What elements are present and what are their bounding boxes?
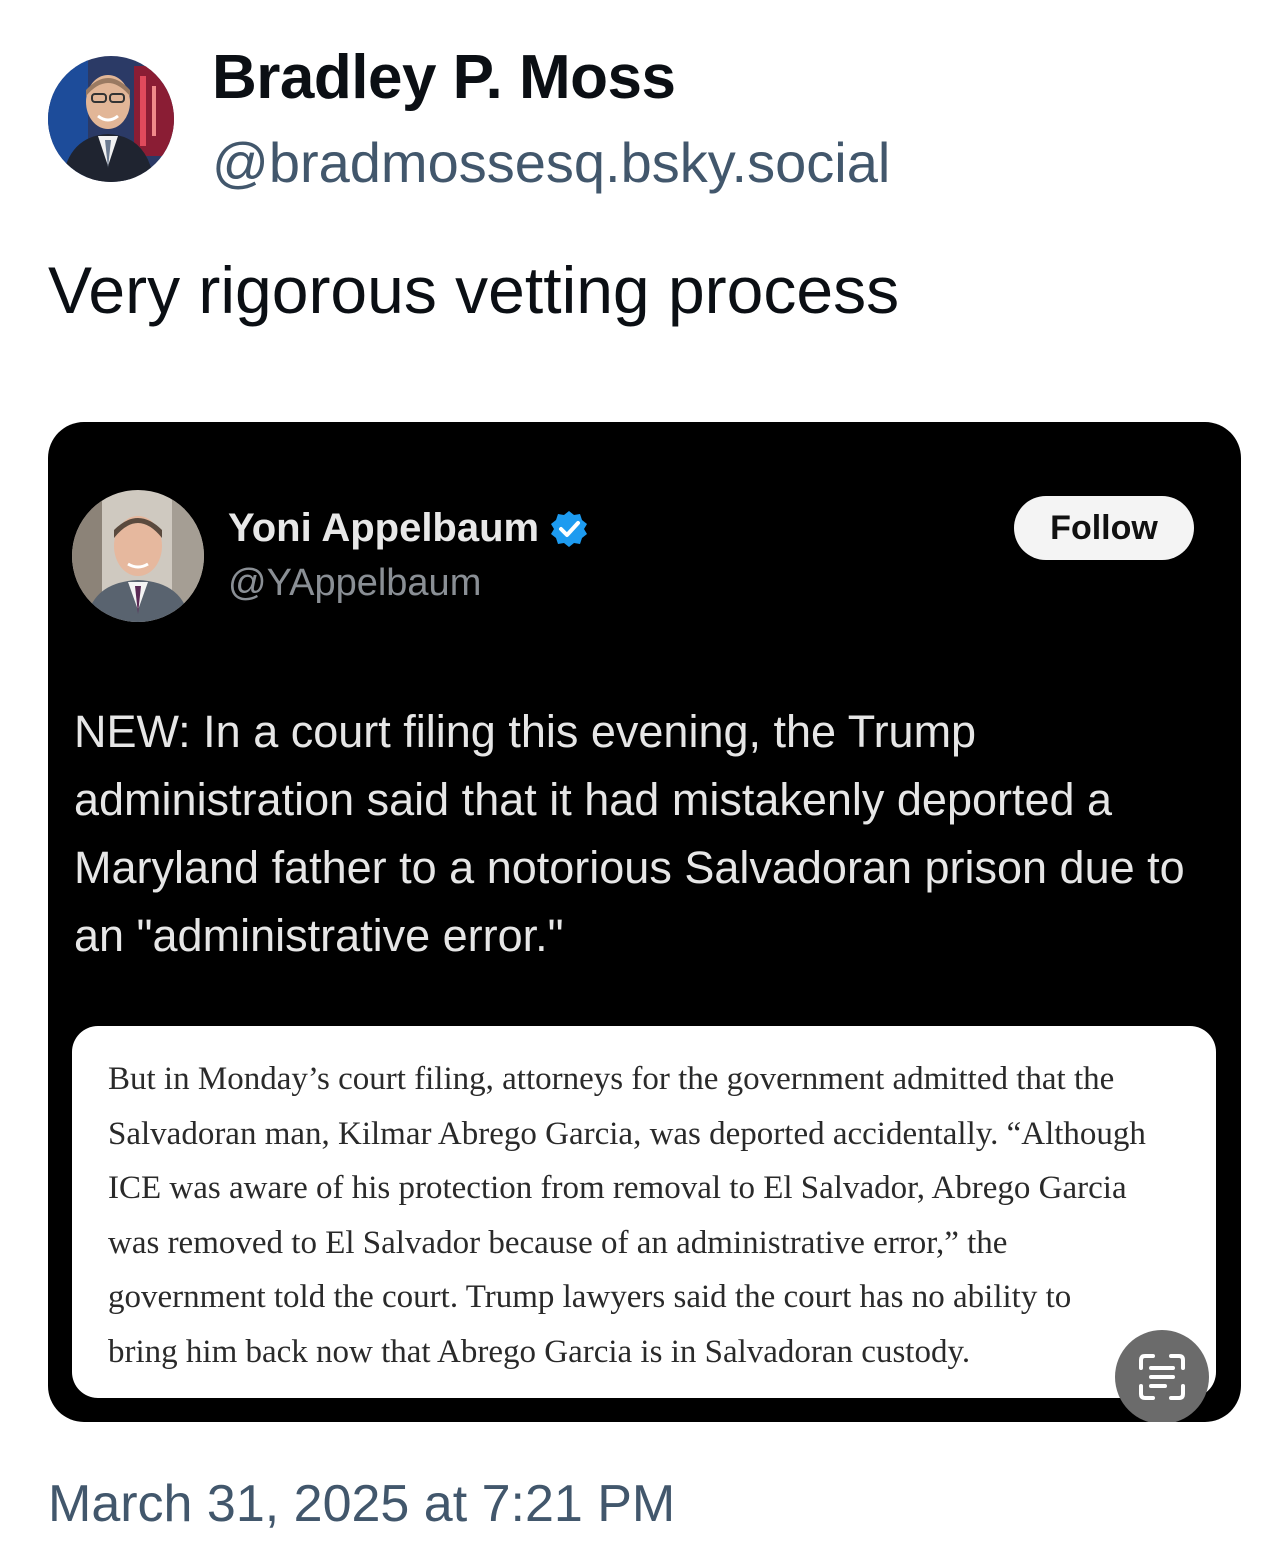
quoted-author-handle: @YAppelbaum (228, 562, 482, 604)
article-excerpt-text: But in Monday’s court filing, attorneys … (108, 1061, 1146, 1370)
author-display-name[interactable]: Bradley P. Moss (212, 42, 676, 113)
quoted-author-avatar (72, 490, 204, 622)
embedded-image[interactable]: Yoni Appelbaum @YAppelbaum Follow NEW: I… (48, 422, 1241, 1422)
post-text: Very rigorous vetting process (48, 253, 900, 327)
quoted-author-name-label: Yoni Appelbaum (228, 506, 540, 550)
text-scan-icon (1139, 1354, 1185, 1400)
quoted-tweet-text: NEW: In a court filing this evening, the… (74, 706, 1185, 961)
quoted-author-name: Yoni Appelbaum (228, 506, 589, 551)
author-avatar-image (48, 56, 174, 182)
post-timestamp[interactable]: March 31, 2025 at 7:21 PM (48, 1474, 675, 1534)
author-avatar[interactable] (48, 56, 174, 182)
author-handle[interactable]: @bradmossesq.bsky.social (212, 130, 890, 195)
article-excerpt-card: But in Monday’s court filing, attorneys … (72, 1026, 1216, 1398)
verified-badge-icon (551, 510, 588, 547)
quoted-author-avatar-image (72, 490, 204, 622)
text-scan-button[interactable] (1115, 1330, 1209, 1422)
follow-button: Follow (1014, 496, 1194, 560)
